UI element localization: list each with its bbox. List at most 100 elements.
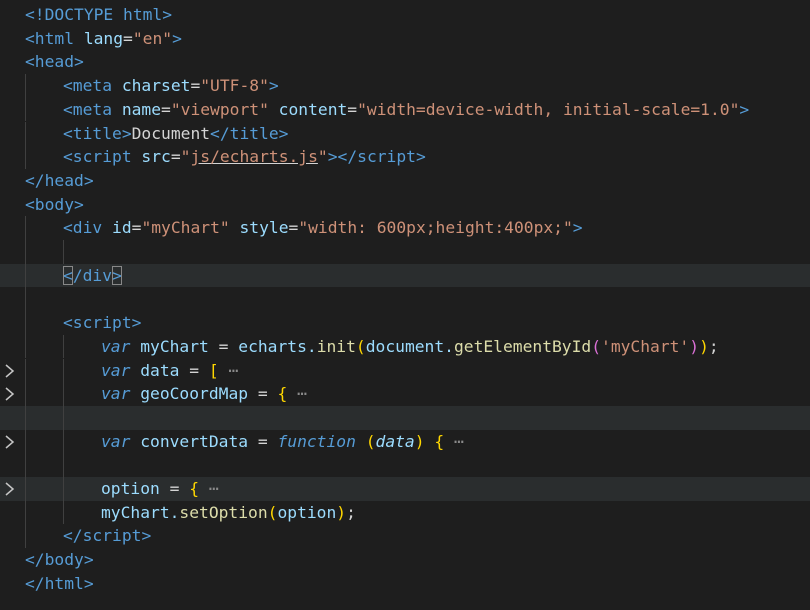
- variable-token: myChart: [130, 336, 219, 356]
- bracket-token: (: [267, 502, 278, 522]
- code-editor[interactable]: <!DOCTYPE html> <html lang="en"> <head> …: [0, 0, 810, 610]
- code-line[interactable]: <title>Document</title>: [0, 121, 810, 146]
- code-line[interactable]: [0, 453, 810, 477]
- string-token: "width=device-width, initial-scale=1.0": [357, 99, 740, 119]
- string-token: "UTF-8": [200, 76, 269, 96]
- tag-token: </html>: [25, 573, 94, 593]
- code-line[interactable]: </head>: [0, 169, 810, 193]
- parameter-token: data: [375, 431, 415, 451]
- current-code-line[interactable]: </div>: [0, 263, 810, 288]
- code-line[interactable]: [0, 405, 810, 430]
- indent-guide: [25, 287, 26, 312]
- indent-guide: [25, 382, 26, 406]
- indent-guide: [63, 405, 64, 430]
- indent-guide: [25, 453, 26, 477]
- code-line[interactable]: <script>: [0, 311, 810, 335]
- indent-guide: [25, 145, 26, 169]
- function-token: init: [316, 336, 356, 356]
- code-line[interactable]: var data = [ ⋯: [0, 358, 810, 383]
- string-token: "myChart": [141, 218, 230, 238]
- function-token: getElementById: [453, 336, 592, 356]
- chevron-right-icon[interactable]: [2, 434, 16, 450]
- keyword-token: var: [101, 360, 131, 380]
- attr-token: style: [229, 218, 289, 238]
- attr-token: charset: [112, 76, 191, 96]
- tag-token: </body>: [25, 550, 94, 570]
- tag-token: ></: [327, 147, 358, 167]
- code-line[interactable]: <body>: [0, 193, 810, 217]
- indent-guide: [63, 453, 64, 477]
- code-line[interactable]: [0, 287, 810, 312]
- code-line[interactable]: var convertData = function (data) { ⋯: [0, 429, 810, 454]
- variable-token: echarts.: [228, 336, 317, 356]
- doctype-token: <!DOCTYPE html>: [25, 5, 173, 24]
- code-line[interactable]: <meta name="viewport" content="width=dev…: [0, 97, 810, 122]
- variable-token: geoCoordMap: [130, 384, 258, 404]
- indent-guide: [25, 121, 26, 146]
- code-line[interactable]: </script>: [0, 524, 810, 549]
- variable-token: convertData: [130, 431, 258, 451]
- keyword-token: function: [267, 431, 356, 451]
- variable-token: myChart.: [101, 502, 180, 522]
- code-line[interactable]: <div id="myChart" style="width: 600px;he…: [0, 216, 810, 240]
- code-line[interactable]: <html lang="en">: [0, 27, 810, 51]
- string-token: 'myChart': [601, 336, 690, 356]
- indent-guide: [25, 97, 26, 122]
- indent-guide: [25, 429, 26, 454]
- indent-guide: [25, 358, 26, 383]
- operator-token: =: [218, 336, 229, 356]
- bracket-token: (: [355, 431, 376, 451]
- bracket-token: ): [699, 336, 709, 356]
- folded-ellipsis[interactable]: ⋯: [219, 361, 238, 380]
- tag-token: script: [82, 526, 142, 546]
- indent-guide: [25, 311, 26, 335]
- attr-token: lang: [74, 28, 124, 48]
- tag-token: </head>: [25, 170, 94, 190]
- attr-token: id: [102, 218, 132, 238]
- code-line[interactable]: <head>: [0, 50, 810, 74]
- indent-guide: [25, 240, 26, 264]
- folded-ellipsis[interactable]: ⋯: [444, 432, 464, 451]
- string-token: ": [180, 147, 191, 167]
- chevron-right-icon[interactable]: [2, 386, 16, 402]
- punct-token: =: [170, 147, 181, 167]
- tag-token: </title>: [210, 123, 289, 143]
- indent-guide: [63, 358, 64, 383]
- code-line[interactable]: [0, 240, 810, 264]
- code-line[interactable]: myChart.setOption(option);: [0, 500, 810, 525]
- folded-ellipsis[interactable]: ⋯: [199, 479, 219, 498]
- tag-token: <script>: [63, 313, 142, 333]
- code-line[interactable]: var myChart = echarts.init(document.getE…: [0, 334, 810, 359]
- code-line[interactable]: <script src="js/echarts.js"></script>: [0, 145, 810, 169]
- code-line[interactable]: </body>: [0, 548, 810, 572]
- indent-guide: [63, 500, 64, 525]
- chevron-right-icon[interactable]: [2, 481, 16, 497]
- tag-token: </: [63, 526, 83, 546]
- file-link[interactable]: js/echarts.js: [190, 147, 317, 166]
- chevron-right-icon[interactable]: [2, 363, 16, 379]
- code-line[interactable]: </html>: [0, 572, 810, 596]
- bracket-token: ): [414, 431, 425, 451]
- code-line[interactable]: <!DOCTYPE html>: [0, 3, 810, 27]
- tag-token: >: [172, 28, 182, 48]
- string-token: "viewport": [170, 99, 269, 119]
- code-line[interactable]: option = { ⋯: [0, 477, 810, 501]
- punct-token: =: [131, 218, 142, 238]
- tag-token: >: [415, 147, 426, 167]
- variable-token: option: [101, 479, 160, 498]
- bracket-match-token: <: [63, 265, 73, 285]
- punct-token: =: [347, 99, 358, 119]
- code-line[interactable]: var geoCoordMap = { ⋯: [0, 382, 810, 406]
- tag-token: <html: [25, 28, 75, 48]
- operator-token: =: [159, 479, 190, 498]
- tag-token: /div: [72, 265, 113, 285]
- tag-token: <meta: [63, 76, 113, 96]
- bracket-token: (: [355, 336, 366, 356]
- text-token: Document: [131, 123, 211, 143]
- attr-token: name: [112, 99, 162, 119]
- folded-ellipsis[interactable]: ⋯: [287, 384, 307, 403]
- bracket-match-token: >: [112, 265, 122, 285]
- code-line[interactable]: <meta charset="UTF-8">: [0, 74, 810, 98]
- bracket-token: [: [199, 360, 219, 380]
- punct-token: =: [190, 76, 201, 96]
